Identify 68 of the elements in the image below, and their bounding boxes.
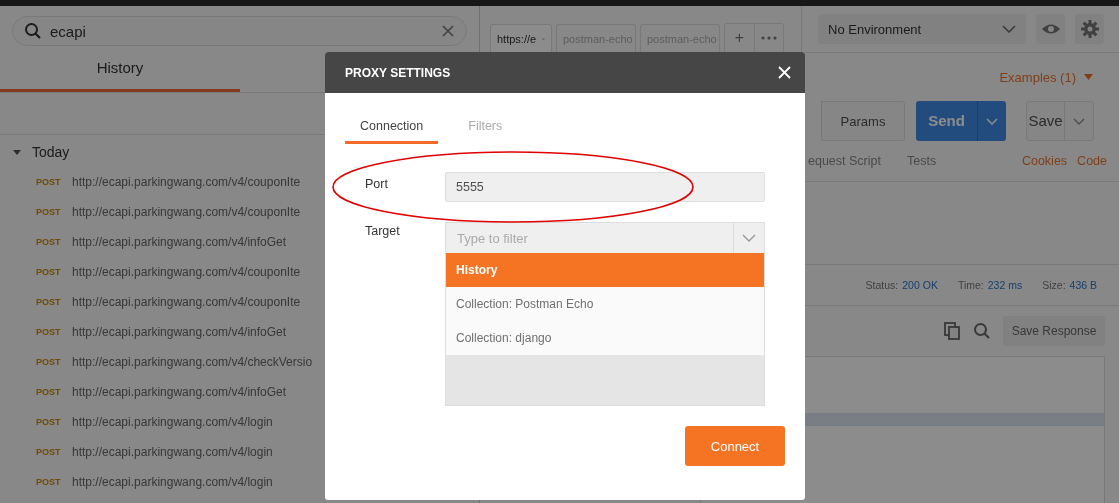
examples-link[interactable]: Examples (1) (999, 69, 1076, 85)
method-label: POST (36, 387, 59, 397)
section-tab[interactable]: Tests (906, 154, 937, 168)
environment-dropdown[interactable]: No Environment (818, 14, 1026, 44)
target-option[interactable]: History (446, 253, 764, 287)
search-field[interactable]: ecapi (12, 16, 467, 46)
method-label: POST (36, 447, 59, 457)
method-label: POST (36, 267, 59, 277)
section-tab[interactable]: equest Script (808, 154, 881, 168)
copy-icon[interactable] (944, 322, 961, 340)
header-link[interactable]: Cookies (1021, 154, 1068, 168)
search-icon (24, 22, 42, 40)
history-item[interactable]: http://ecapi.parkingwang.com/v4/login (72, 415, 273, 429)
history-item[interactable]: http://ecapi.parkingwang.com/v4/couponIte (72, 175, 301, 189)
group-label: Today (32, 144, 70, 160)
eye-icon (1040, 23, 1061, 35)
port-label: Port (365, 177, 389, 191)
request-tab[interactable]: https://e (490, 24, 552, 52)
method-label: POST (36, 207, 59, 217)
stat-label: Time: (957, 279, 984, 291)
target-filter-field[interactable]: Type to filter (446, 223, 733, 253)
settings-icon (1080, 20, 1099, 38)
method-label: POST (36, 477, 59, 487)
history-item[interactable]: http://ecapi.parkingwang.com/v4/checkVersio (72, 355, 313, 369)
stat-value: 200 OK (902, 279, 938, 291)
dialog-tab[interactable]: Connection (345, 115, 439, 144)
dropdown-toggle[interactable] (733, 223, 764, 253)
method-label: POST (36, 297, 59, 307)
method-label: POST (36, 327, 59, 337)
stat-value: 232 ms (987, 279, 1023, 291)
port-field[interactable]: 5555 (445, 172, 765, 202)
target-option[interactable]: Collection: Postman Echo (446, 287, 764, 321)
stat-value: 436 B (1069, 279, 1097, 291)
settings-button[interactable] (1075, 14, 1104, 44)
connect-button[interactable]: Connect (685, 426, 785, 466)
method-label: POST (36, 357, 59, 367)
history-tab[interactable]: History (0, 46, 240, 92)
stat-label: Status: (865, 279, 899, 291)
history-item[interactable]: http://ecapi.parkingwang.com/v4/infoGet (72, 325, 287, 339)
history-item[interactable]: http://ecapi.parkingwang.com/v4/couponIte (72, 295, 301, 309)
eye-button[interactable] (1036, 14, 1065, 44)
caret-icon[interactable] (12, 147, 22, 157)
chevron-icon[interactable] (1073, 117, 1085, 125)
history-item[interactable]: http://ecapi.parkingwang.com/v4/login (72, 475, 273, 489)
history-item[interactable]: http://ecapi.parkingwang.com/v4/infoGet (72, 385, 287, 399)
history-item[interactable]: http://ecapi.parkingwang.com/v4/couponIte (72, 265, 301, 279)
chevron-icon (1002, 25, 1016, 33)
method-label: POST (36, 237, 59, 247)
send-button[interactable]: Send (916, 101, 1006, 141)
history-item[interactable]: http://ecapi.parkingwang.com/v4/login (72, 445, 273, 459)
header-link[interactable]: Code (1077, 154, 1107, 168)
target-label: Target (365, 224, 401, 238)
history-item[interactable]: http://ecapi.parkingwang.com/v4/couponIte (72, 205, 301, 219)
method-label: POST (36, 417, 59, 427)
caret-icon (1084, 74, 1093, 80)
chevron-icon[interactable] (742, 234, 756, 242)
save-button[interactable]: Save (1026, 101, 1094, 141)
method-label: POST (36, 177, 59, 187)
clear-icon[interactable] (441, 24, 455, 38)
save-response-button[interactable]: Save Response (1003, 316, 1105, 346)
target-option[interactable]: Collection: django (446, 321, 764, 355)
params-button[interactable]: Params (821, 101, 905, 141)
dots-icon (761, 36, 777, 40)
history-item[interactable]: http://ecapi.parkingwang.com/v4/infoGet (72, 235, 287, 249)
search-icon[interactable] (973, 322, 991, 340)
dialog-tab[interactable]: Filters (453, 115, 518, 144)
stat-label: Size: (1042, 279, 1066, 291)
dialog-title: PROXY SETTINGS (345, 65, 451, 80)
